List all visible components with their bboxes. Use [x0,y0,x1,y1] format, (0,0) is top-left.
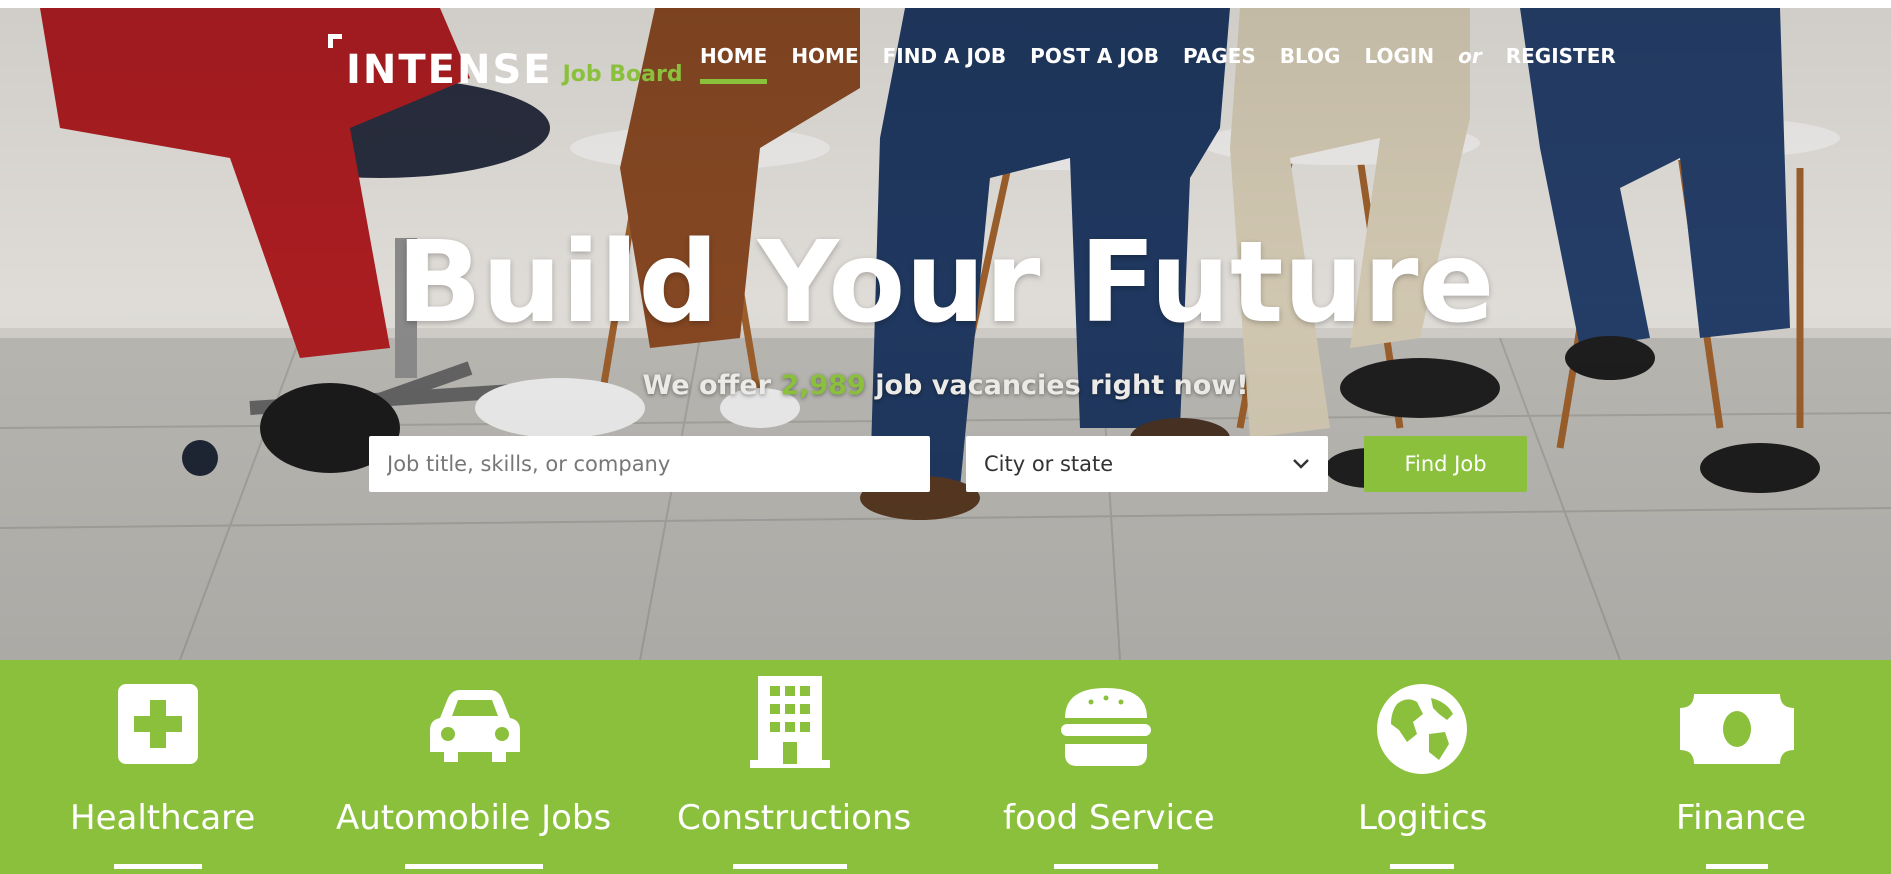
category-underline [405,864,543,869]
category-label: Healthcare [70,798,256,838]
category-label: Constructions [677,798,912,838]
find-job-button[interactable]: Find Job [1364,436,1527,492]
category-underline [114,864,202,869]
top-strip [0,0,1891,8]
hero-subtitle-before: We offer [642,370,772,401]
globe-icon [1377,684,1467,774]
category-food-service[interactable]: food Service [948,660,1264,874]
category-label: food Service [1003,798,1215,838]
building-icon [750,676,830,768]
category-finance[interactable]: Finance [1580,660,1891,874]
main-nav: HOME HOME FIND A JOB POST A JOB PAGES BL… [700,44,1640,84]
nav-find-a-job[interactable]: FIND A JOB [883,44,1007,84]
category-underline [1706,864,1768,869]
site-logo[interactable]: INTENSE Job Board [328,34,683,90]
category-underline [1390,864,1454,869]
nav-home[interactable]: HOME [791,44,858,84]
nav-separator: or [1458,44,1482,68]
car-icon [430,690,520,762]
hero-title: Build Your Future [396,218,1495,348]
category-label: Finance [1676,798,1807,838]
chevron-down-icon [1293,459,1309,469]
nav-pages[interactable]: PAGES [1183,44,1256,84]
category-label: Automobile Jobs [336,798,612,838]
location-select[interactable]: City or state [966,436,1328,492]
hero-subtitle-after: job vacancies right now! [875,370,1249,401]
nav-home-active[interactable]: HOME [700,44,768,84]
category-healthcare[interactable]: Healthcare [0,660,316,874]
nav-post-a-job[interactable]: POST A JOB [1030,44,1159,84]
money-icon [1680,694,1794,764]
keyword-search-input[interactable] [369,436,930,492]
category-logistics[interactable]: Logitics [1264,660,1580,874]
nav-register[interactable]: REGISTER [1506,44,1616,84]
job-count: 2,989 [780,370,866,401]
category-constructions[interactable]: Constructions [632,660,948,874]
hero-subtitle: We offer 2,989 job vacancies right now! [0,370,1891,401]
nav-blog[interactable]: BLOG [1280,44,1341,84]
logo-bracket-icon [328,34,342,48]
location-select-value: City or state [984,452,1114,476]
category-label: Logitics [1358,798,1488,838]
category-strip: Healthcare Automobile Jobs Constructions [0,660,1891,874]
logo-name: INTENSE [346,47,553,93]
category-automobile[interactable]: Automobile Jobs [316,660,632,874]
logo-tagline: Job Board [562,62,683,87]
category-underline [1054,864,1158,869]
burger-icon [1061,688,1151,766]
nav-login[interactable]: LOGIN [1364,44,1434,84]
category-underline [733,864,847,869]
medical-cross-icon [118,684,198,764]
